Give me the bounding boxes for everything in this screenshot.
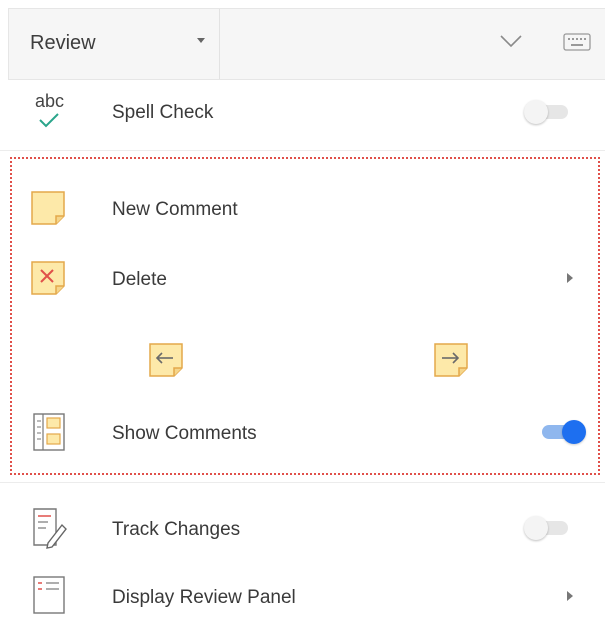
chevron-down-icon[interactable] (499, 31, 523, 51)
track-changes-icon (33, 508, 67, 549)
new-comment-row[interactable]: New Comment (0, 180, 605, 236)
divider (0, 150, 605, 151)
keyboard-icon[interactable] (563, 31, 591, 53)
show-comments-icon (33, 413, 65, 451)
spell-check-label: Spell Check (112, 102, 214, 123)
track-changes-label: Track Changes (112, 519, 241, 540)
toggle-knob (524, 100, 548, 124)
chevron-right-icon[interactable] (567, 273, 573, 283)
track-changes-toggle[interactable] (524, 516, 576, 540)
spell-check-row[interactable]: abc Spell Check (0, 84, 605, 142)
toggle-knob (562, 420, 586, 444)
ribbon-tab-selector[interactable]: Review (9, 9, 220, 79)
review-panel-icon (33, 576, 65, 614)
ribbon-tab-label: Review (30, 32, 96, 54)
delete-comment-icon (31, 261, 65, 295)
previous-comment-button[interactable] (146, 340, 186, 380)
chevron-right-icon[interactable] (567, 591, 573, 601)
delete-comment-row[interactable]: Delete (0, 250, 605, 306)
new-comment-label: New Comment (112, 199, 238, 220)
ribbon-header: Review (8, 8, 605, 80)
delete-label: Delete (112, 269, 167, 290)
next-comment-button[interactable] (431, 340, 471, 380)
show-comments-label: Show Comments (112, 423, 257, 444)
spell-check-icon: abc (35, 91, 64, 128)
show-comments-row[interactable]: Show Comments (0, 405, 605, 461)
new-comment-icon (31, 191, 65, 225)
track-changes-row[interactable]: Track Changes (0, 500, 605, 556)
toggle-knob (524, 516, 548, 540)
caret-down-icon (197, 38, 205, 43)
display-review-panel-row[interactable]: Display Review Panel (0, 568, 605, 624)
spell-check-toggle[interactable] (524, 100, 576, 124)
svg-text:abc: abc (35, 91, 64, 111)
show-comments-toggle[interactable] (538, 420, 590, 444)
display-review-panel-label: Display Review Panel (112, 587, 296, 608)
divider (0, 482, 605, 483)
